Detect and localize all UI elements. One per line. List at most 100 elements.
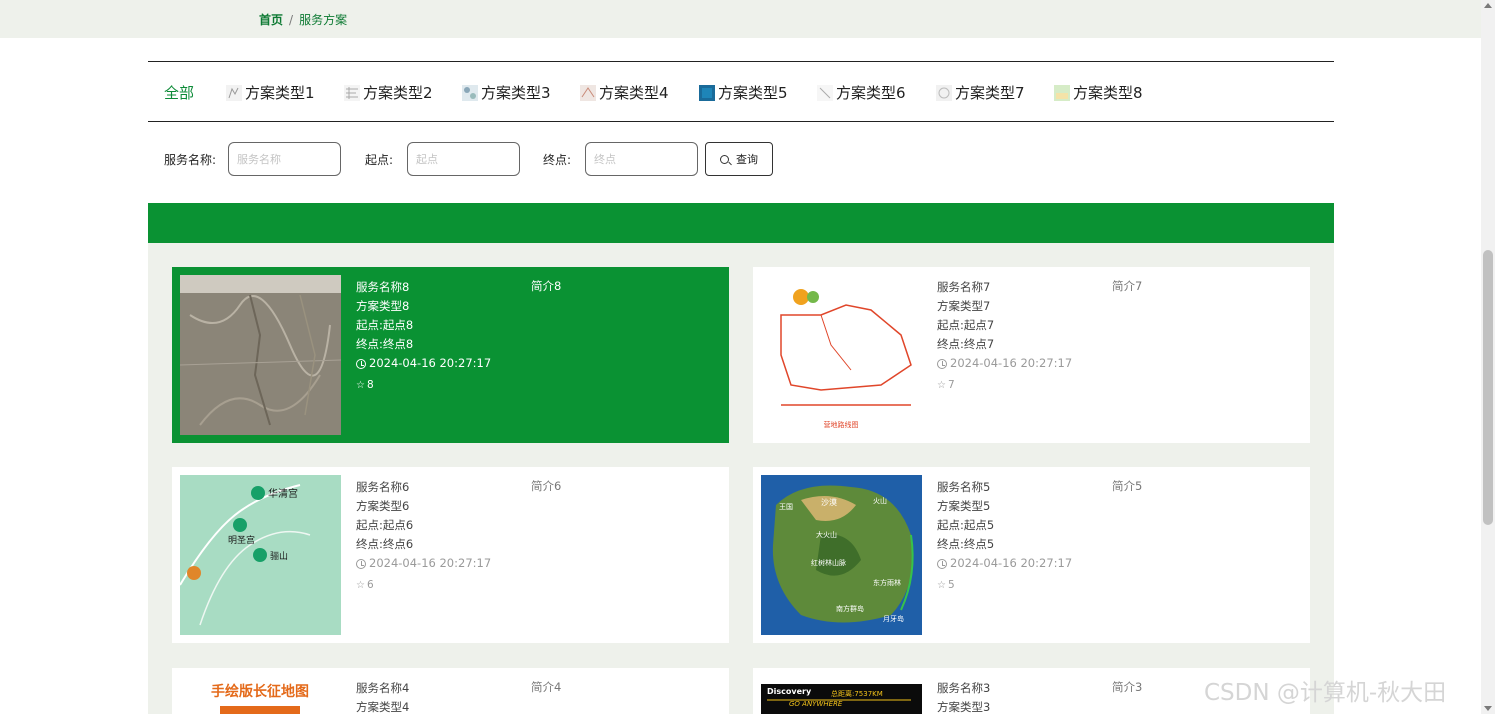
svg-text:华清宫: 华清宫: [268, 487, 298, 500]
favorite-count: 5: [947, 579, 955, 591]
favorite-count: 6: [366, 579, 374, 591]
query-button[interactable]: 查询: [705, 142, 773, 176]
service-name-label: 服务名称:: [164, 152, 217, 167]
tab-type-6[interactable]: 方案类型6: [817, 82, 906, 103]
service-favorites: ☆ 5: [937, 576, 1072, 595]
tab-label: 方案类型4: [599, 84, 669, 102]
service-card[interactable]: 沙漠 火山 王国 大火山 红树林山脉 东方雨林 南方群岛 月牙岛 服务名称5 方…: [753, 467, 1310, 643]
start-label: 起点:: [365, 152, 394, 167]
star-icon: ☆: [356, 580, 365, 591]
service-info: 服务名称8 方案类型8 起点:起点8 终点:终点8 2024-04-16 20:…: [356, 278, 491, 395]
type3-thumbnail-icon: [462, 84, 478, 101]
tab-type-8[interactable]: 方案类型8: [1054, 82, 1143, 103]
tab-type-1[interactable]: 方案类型1: [226, 82, 315, 103]
tab-type-2[interactable]: 方案类型2: [344, 82, 433, 103]
tab-label: 方案类型2: [363, 84, 433, 102]
tab-type-4[interactable]: 方案类型4: [580, 82, 669, 103]
svg-text:Discovery: Discovery: [767, 687, 812, 696]
end-filter: 终点:: [543, 142, 698, 176]
section-banner: [148, 203, 1334, 243]
start-filter: 起点:: [365, 142, 520, 176]
clock-icon: [937, 358, 947, 369]
service-intro: 简介5: [1112, 479, 1143, 493]
service-time-text: 2024-04-16 20:27:17: [950, 556, 1073, 570]
service-time: 2024-04-16 20:27:17: [937, 554, 1072, 573]
service-type: 方案类型4: [356, 700, 410, 714]
svg-text:大火山: 大火山: [816, 530, 837, 539]
service-info: 服务名称5 方案类型5 起点:起点5 终点:终点5 2024-04-16 20:…: [937, 478, 1072, 595]
svg-text:明圣宫: 明圣宫: [228, 534, 255, 546]
favorite-count: 7: [947, 379, 955, 391]
svg-text:手绘版长征地图: 手绘版长征地图: [211, 683, 309, 700]
scroll-up-arrow-icon[interactable]: [1484, 3, 1492, 8]
svg-text:GO ANYWHERE: GO ANYWHERE: [789, 700, 843, 708]
breadcrumb-current: 服务方案: [299, 13, 348, 27]
query-button-label: 查询: [736, 153, 758, 166]
tab-label: 方案类型3: [481, 84, 551, 102]
service-time: 2024-04-16 20:27:17: [356, 354, 491, 373]
type8-thumbnail-icon: [1054, 84, 1070, 101]
service-time-text: 2024-04-16 20:27:17: [369, 556, 492, 570]
service-intro: 简介4: [531, 680, 562, 694]
breadcrumb: 首页 / 服务方案: [259, 11, 347, 28]
service-card[interactable]: 服务名称8 方案类型8 起点:起点8 终点:终点8 2024-04-16 20:…: [172, 267, 729, 443]
type7-thumbnail-icon: [936, 84, 952, 101]
service-info: 服务名称6 方案类型6 起点:起点6 终点:终点6 2024-04-16 20:…: [356, 478, 491, 595]
svg-text:王国: 王国: [779, 503, 793, 511]
service-name: 服务名称5: [937, 480, 991, 494]
breadcrumb-home-link[interactable]: 首页: [259, 13, 283, 27]
service-image-scenic-map: 华清宫 明圣宫 骊山: [180, 475, 341, 635]
tab-all[interactable]: 全部: [164, 82, 194, 103]
scroll-down-arrow-icon[interactable]: [1484, 706, 1492, 711]
service-type: 方案类型7: [937, 299, 991, 313]
svg-text:红树林山脉: 红树林山脉: [811, 558, 846, 567]
service-time: 2024-04-16 20:27:17: [937, 354, 1072, 373]
service-intro: 简介8: [531, 279, 562, 293]
service-type: 方案类型8: [356, 299, 410, 313]
category-tabs: 全部 方案类型1 方案类型2 方案类型3 方案类型4 方案类型5 方案类型6 方…: [148, 61, 1334, 122]
clock-icon: [356, 558, 366, 569]
svg-text:南方群岛: 南方群岛: [836, 604, 864, 613]
tab-label: 方案类型7: [955, 84, 1025, 102]
start-input[interactable]: [407, 142, 520, 176]
scroll-thumb[interactable]: [1483, 250, 1493, 525]
svg-text:总距离:7537KM: 总距离:7537KM: [831, 689, 883, 698]
service-image-camp-route: 营地路线图: [761, 275, 922, 435]
tab-type-5[interactable]: 方案类型5: [699, 82, 788, 103]
tab-label: 方案类型5: [718, 84, 788, 102]
end-label: 终点:: [543, 152, 572, 167]
service-time: 2024-04-16 20:27:17: [356, 554, 491, 573]
tab-type-7[interactable]: 方案类型7: [936, 82, 1025, 103]
service-end: 终点:终点7: [937, 337, 995, 351]
star-icon: ☆: [356, 380, 365, 391]
service-type: 方案类型3: [937, 700, 991, 714]
service-info: 服务名称7 方案类型7 起点:起点7 终点:终点7 2024-04-16 20:…: [937, 278, 1072, 395]
service-card[interactable]: 手绘版长征地图 服务名称4 方案类型4 简介4: [172, 668, 729, 714]
service-list: 服务名称8 方案类型8 起点:起点8 终点:终点8 2024-04-16 20:…: [148, 243, 1334, 714]
service-card[interactable]: 华清宫 明圣宫 骊山 服务名称6 方案类型6 起点:起点6 终点:终点6 202…: [172, 467, 729, 643]
service-name: 服务名称6: [356, 480, 410, 494]
service-end: 终点:终点6: [356, 537, 414, 551]
service-name-filter: 服务名称:: [164, 142, 341, 176]
tab-label: 全部: [164, 84, 195, 102]
search-icon: [720, 154, 729, 164]
star-icon: ☆: [937, 380, 946, 391]
service-time-text: 2024-04-16 20:27:17: [369, 356, 492, 370]
service-card[interactable]: 营地路线图 服务名称7 方案类型7 起点:起点7 终点:终点7 2024-04-…: [753, 267, 1310, 443]
top-bar: 首页 / 服务方案: [0, 0, 1481, 38]
tab-type-3[interactable]: 方案类型3: [462, 82, 551, 103]
service-name: 服务名称7: [937, 280, 991, 294]
end-input[interactable]: [585, 142, 698, 176]
service-name: 服务名称4: [356, 681, 410, 695]
service-start: 起点:起点6: [356, 518, 414, 532]
clock-icon: [937, 558, 947, 569]
tab-label: 方案类型1: [245, 84, 315, 102]
service-image-discovery-route: Discovery 总距离:7537KM GO ANYWHERE: [761, 684, 922, 714]
type1-thumbnail-icon: [226, 84, 242, 101]
svg-text:骊山: 骊山: [270, 551, 288, 562]
service-info: 服务名称4 方案类型4: [356, 679, 409, 717]
page-scrollbar[interactable]: [1481, 0, 1495, 714]
service-favorites: ☆ 8: [356, 376, 491, 395]
tab-label: 方案类型8: [1073, 84, 1143, 102]
service-name-input[interactable]: [228, 142, 341, 176]
